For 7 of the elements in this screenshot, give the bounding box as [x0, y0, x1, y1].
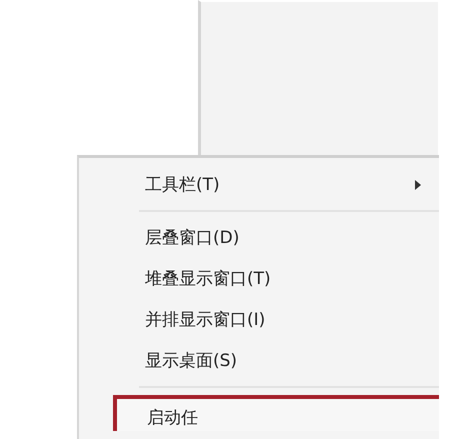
menu-item[interactable]: 堆叠显示窗口(T)	[79, 258, 439, 299]
menu-item[interactable]: 启动任	[113, 395, 439, 431]
menu-item[interactable]: 工具栏(T)	[79, 164, 439, 205]
menu-item[interactable]: 并排显示窗口(I)	[79, 299, 439, 340]
menu-item[interactable]: 显示桌面(S)	[79, 340, 439, 381]
menu-item[interactable]: 层叠窗口(D)	[79, 217, 439, 258]
submenu-arrow-icon	[415, 180, 421, 190]
